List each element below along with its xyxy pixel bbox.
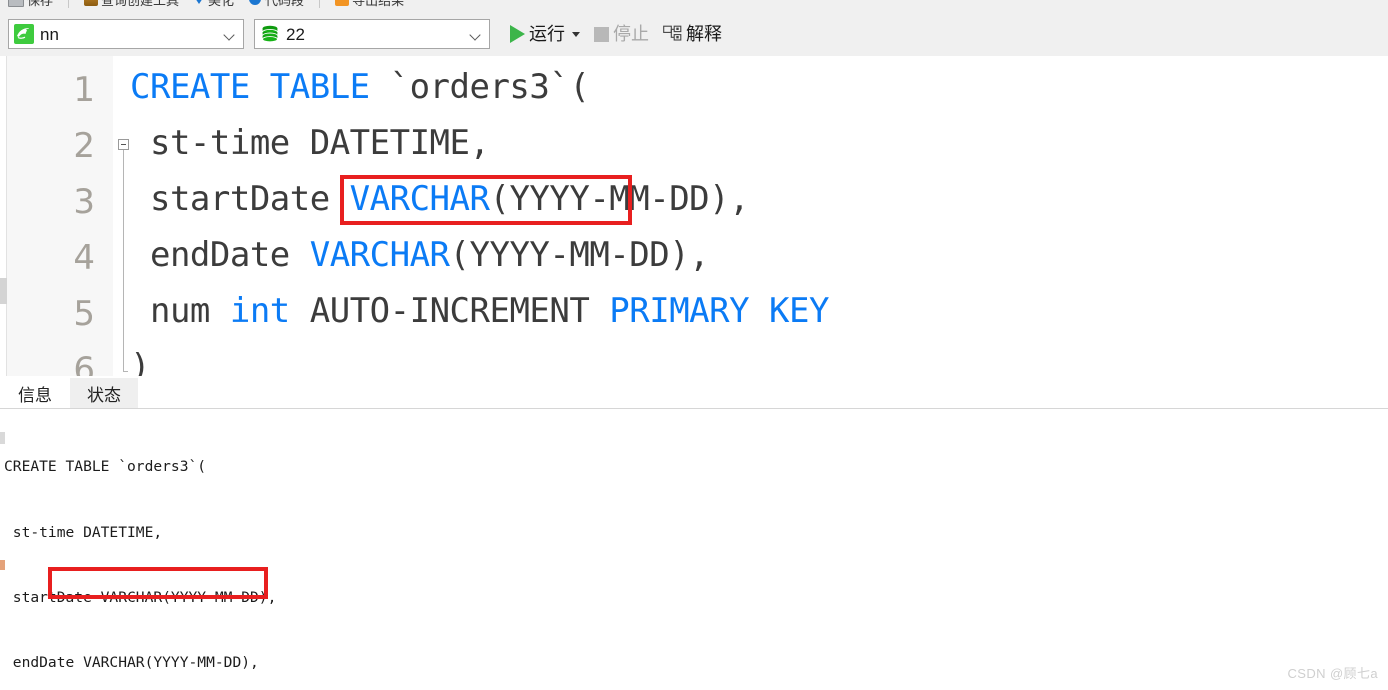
watermark: CSDN @顾七a xyxy=(1287,666,1378,681)
tab-info[interactable]: 信息 xyxy=(0,378,70,408)
line-number: 1 xyxy=(73,70,95,110)
toolbar-save-button[interactable]: 保存 xyxy=(4,0,57,10)
line-number: 3 xyxy=(73,182,95,222)
results-console[interactable]: CREATE TABLE `orders3`( st-time DATETIME… xyxy=(0,409,1388,690)
connection-select[interactable]: nn xyxy=(8,19,244,49)
play-icon xyxy=(510,25,525,43)
tab-status[interactable]: 状态 xyxy=(70,378,138,408)
code-line-2: st-time DATETIME, xyxy=(130,123,490,163)
explain-button[interactable]: 解释 xyxy=(657,20,728,48)
toolbar-separator xyxy=(68,0,70,8)
line-number: 6 xyxy=(73,350,95,376)
fold-region-line xyxy=(123,150,128,372)
line-number: 5 xyxy=(73,294,95,334)
console-line: endDate VARCHAR(YYYY-MM-DD), xyxy=(4,653,259,671)
caret-down-icon[interactable] xyxy=(572,31,580,37)
console-error-marker xyxy=(0,560,5,570)
line-number: 2 xyxy=(73,126,95,166)
stop-label: 停止 xyxy=(613,24,649,44)
code-line-1: CREATE TABLE `orders3`( xyxy=(130,67,590,107)
fold-collapse-icon[interactable] xyxy=(118,139,129,150)
code-line-4: endDate VARCHAR(YYYY-MM-DD), xyxy=(130,235,710,275)
connection-value: nn xyxy=(40,24,59,44)
database-select[interactable]: 22 xyxy=(254,19,490,49)
code-line-5: num int AUTO-INCREMENT PRIMARY KEY xyxy=(130,291,829,331)
run-label: 运行 xyxy=(529,24,565,44)
secondary-toolbar: 保存 查询创建工具 美化 代码段 导出结果 xyxy=(0,0,1388,12)
chevron-down-icon-db[interactable] xyxy=(471,31,480,40)
snippet-icon xyxy=(248,0,262,6)
results-pane: 信息 状态 CREATE TABLE `orders3`( st-time DA… xyxy=(0,376,1388,690)
editor-side-splitter[interactable] xyxy=(0,278,7,304)
toolbar-snippet-label: 代码段 xyxy=(265,0,305,8)
toolbar-separator-2 xyxy=(319,0,321,8)
gutter-strip xyxy=(0,56,7,376)
beautify-icon xyxy=(193,0,206,4)
sql-client-window: 保存 查询创建工具 美化 代码段 导出结果 nn 22 运行 停止 解释 1 2… xyxy=(0,0,1388,690)
toolbar-beautify-label: 美化 xyxy=(208,0,235,8)
stop-square-icon xyxy=(594,26,609,42)
export-icon xyxy=(335,0,350,6)
error-near-highlight-box xyxy=(48,567,268,599)
toolbar-export-label: 导出结果 xyxy=(352,0,405,8)
database-icon xyxy=(260,24,280,44)
save-icon xyxy=(8,0,24,7)
line-number: 4 xyxy=(73,238,95,278)
toolbar-query-builder-button[interactable]: 查询创建工具 xyxy=(80,0,183,10)
toolbar-beautify-button[interactable]: 美化 xyxy=(189,0,238,10)
console-line: st-time DATETIME, xyxy=(4,523,163,541)
console-gutter-mark xyxy=(0,432,5,444)
run-button[interactable]: 运行 xyxy=(504,20,586,48)
database-value: 22 xyxy=(286,24,305,44)
execution-controls: 运行 停止 解释 xyxy=(504,19,728,49)
console-line: CREATE TABLE `orders3`( xyxy=(4,458,207,476)
stop-button[interactable]: 停止 xyxy=(588,20,655,48)
editor-code[interactable]: CREATE TABLE `orders3`( st-time DATETIME… xyxy=(130,56,1380,376)
datetime-highlight-box xyxy=(340,175,632,225)
toolbar-query-builder-label: 查询创建工具 xyxy=(101,0,180,8)
key-icon xyxy=(84,0,99,6)
mysql-dolphin-icon xyxy=(14,24,34,44)
toolbar-export-button[interactable]: 导出结果 xyxy=(331,0,408,10)
explain-label: 解释 xyxy=(686,24,722,44)
explain-plan-icon xyxy=(663,25,682,43)
toolbar-snippet-button[interactable]: 代码段 xyxy=(244,0,308,10)
results-tabbar: 信息 状态 xyxy=(0,376,1388,409)
toolbar-save-label: 保存 xyxy=(27,0,54,8)
code-line-6: ) xyxy=(130,347,150,376)
main-toolbar: nn 22 运行 停止 解释 xyxy=(0,12,1388,56)
chevron-down-icon[interactable] xyxy=(225,31,234,40)
sql-editor[interactable]: 1 2 3 4 5 6 CREATE TABLE `orders3`( st-t… xyxy=(0,56,1388,376)
editor-gutter: 1 2 3 4 5 6 xyxy=(0,56,113,376)
